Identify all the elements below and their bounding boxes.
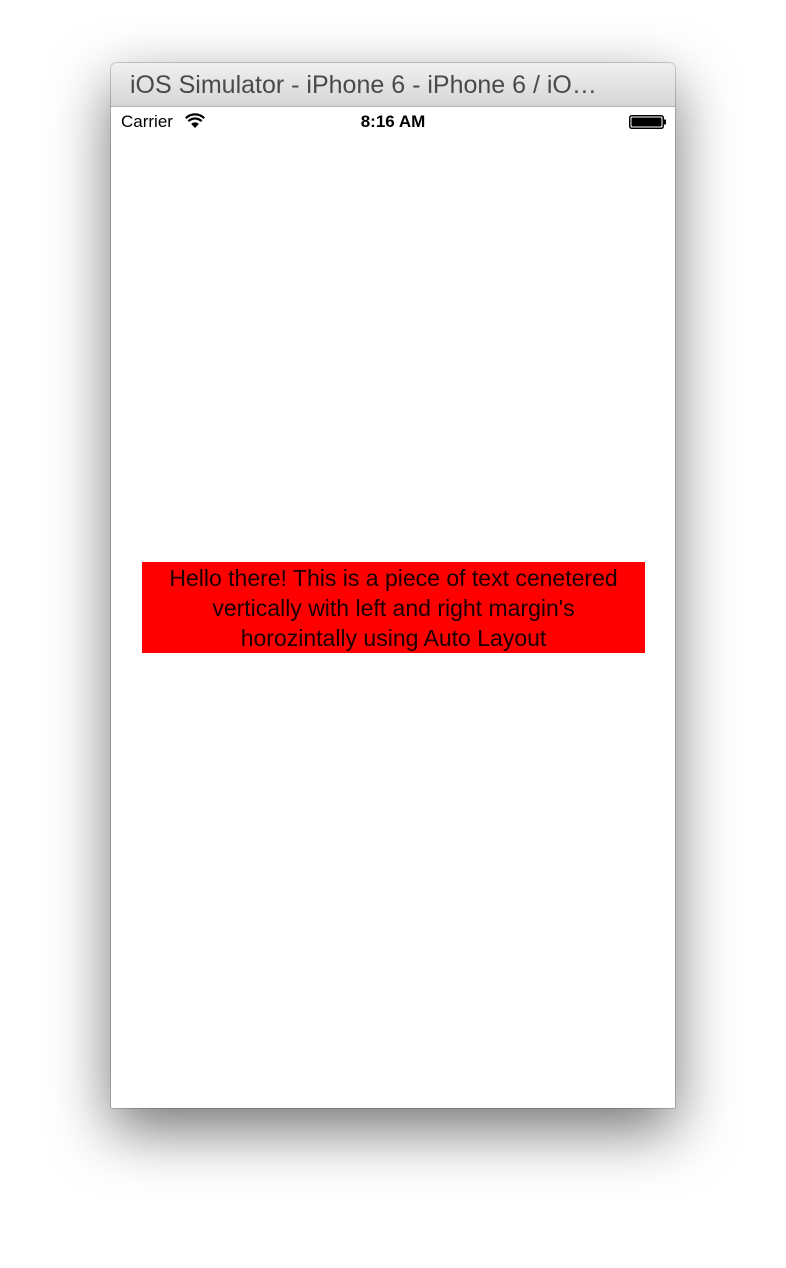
battery-icon <box>629 115 666 129</box>
simulator-window: iOS Simulator - iPhone 6 - iPhone 6 / iO… <box>111 63 675 1108</box>
status-time: 8:16 AM <box>360 112 426 131</box>
window-title: iOS Simulator - iPhone 6 - iPhone 6 / iO… <box>130 71 597 99</box>
window-titlebar[interactable]: iOS Simulator - iPhone 6 - iPhone 6 / iO… <box>111 63 675 107</box>
status-bar: Carrier 8:16 AM <box>111 107 675 137</box>
centered-label-box: Hello there! This is a piece of text cen… <box>142 562 645 653</box>
device-screen: Carrier 8:16 AM Hello there! This is a p… <box>111 107 675 1108</box>
centered-label-text: Hello there! This is a piece of text cen… <box>169 564 618 651</box>
